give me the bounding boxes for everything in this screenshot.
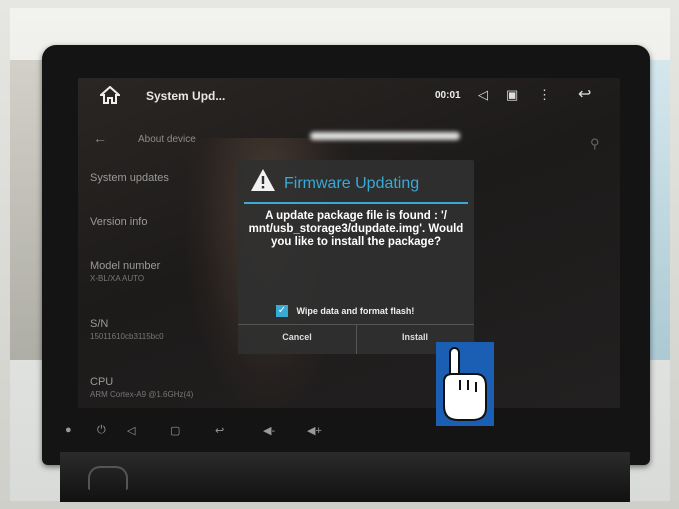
- settings-item-label: Version info: [90, 216, 148, 228]
- settings-item-version-info[interactable]: Version info: [90, 216, 147, 228]
- nav-back-arrow-icon[interactable]: ←: [93, 130, 107, 146]
- volume-up-icon[interactable]: ◀+: [307, 424, 322, 437]
- settings-item-label: System updates: [90, 172, 169, 184]
- light-reflection: [310, 132, 460, 140]
- settings-item-value: 15011610cb3115bc0: [90, 332, 164, 341]
- screen-icon[interactable]: ▣: [506, 87, 518, 103]
- warning-icon: [251, 169, 275, 191]
- breadcrumb-about-device: About device: [138, 134, 196, 145]
- volume-icon[interactable]: ◁: [478, 87, 488, 103]
- settings-item-system-updates[interactable]: System updates: [90, 172, 169, 184]
- settings-item-sn[interactable]: S/N 15011610cb3115bc0: [90, 318, 164, 341]
- nav-back-icon[interactable]: ◁: [127, 424, 135, 437]
- settings-item-label: Model number: [90, 260, 161, 272]
- mic-icon[interactable]: ●: [65, 424, 72, 436]
- settings-item-cpu[interactable]: CPU ARM Cortex-A9 @1.6GHz(4): [90, 376, 193, 399]
- checkbox-label: Wipe data and format flash!: [296, 305, 415, 316]
- install-button[interactable]: Install: [356, 332, 474, 342]
- settings-item-value: X-BL/XA AUTO: [90, 274, 145, 283]
- clock: 00:01: [435, 90, 461, 101]
- cancel-button[interactable]: Cancel: [238, 332, 356, 342]
- pointing-hand-icon: [436, 342, 494, 426]
- checkbox-checked-icon[interactable]: ✓: [276, 304, 288, 317]
- dialog-title: Firmware Updating: [284, 175, 420, 192]
- nav-home-icon[interactable]: ▢: [170, 424, 180, 437]
- settings-item-model-number[interactable]: Model number X-BL/XA AUTO: [90, 260, 160, 283]
- wipe-data-checkbox[interactable]: ✓ Wipe data and format flash!: [276, 302, 414, 320]
- settings-item-label: CPU: [90, 376, 114, 388]
- settings-item-value: ARM Cortex-A9 @1.6GHz(4): [90, 390, 194, 399]
- status-bar: System Upd... 00:01 ◁ ▣ ⋮ ↩: [78, 78, 620, 112]
- back-icon[interactable]: ↩: [578, 84, 591, 104]
- home-icon[interactable]: [100, 86, 120, 104]
- more-vert-icon[interactable]: ⋮: [538, 87, 551, 103]
- device-soft-keys: ● ⏻ ◁ ▢ ↩ ◀- ◀+: [55, 420, 385, 446]
- device-screen: System Upd... 00:01 ◁ ▣ ⋮ ↩ ← About devi…: [78, 78, 620, 408]
- dialog-title-divider: [244, 202, 468, 204]
- volume-down-icon[interactable]: ◀-: [263, 424, 275, 437]
- firmware-update-dialog: Firmware Updating A update package file …: [238, 160, 474, 354]
- dialog-message: A update package file is found : '/ mnt/…: [248, 210, 464, 248]
- device-handle: [88, 466, 128, 490]
- settings-item-label: S/N: [90, 318, 109, 330]
- search-icon[interactable]: ⚲: [590, 136, 600, 152]
- nav-recent-icon[interactable]: ↩: [215, 424, 224, 437]
- power-icon[interactable]: ⏻: [97, 424, 106, 437]
- app-title: System Upd...: [146, 89, 226, 103]
- device-bottom-panel: [60, 452, 630, 502]
- dialog-title-bar: Firmware Updating: [238, 160, 474, 202]
